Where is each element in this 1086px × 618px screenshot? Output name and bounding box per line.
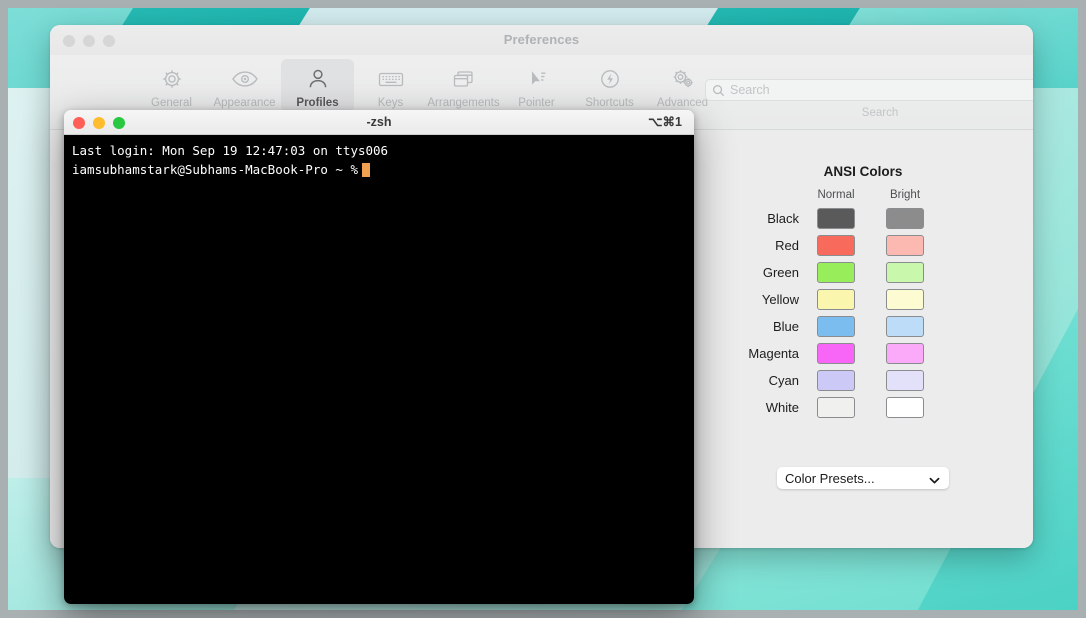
ansi-normal-swatch[interactable] xyxy=(817,343,855,364)
terminal-zoom-button[interactable] xyxy=(113,117,125,129)
ansi-row: White xyxy=(700,394,970,421)
gears-icon xyxy=(670,64,696,94)
ansi-color-name: Blue xyxy=(772,319,799,334)
zoom-button[interactable] xyxy=(103,35,115,47)
terminal-cursor xyxy=(361,163,370,177)
color-presets-area: Color Presets... xyxy=(700,467,970,489)
ansi-normal-swatch[interactable] xyxy=(817,289,855,310)
terminal-prompt-text: iamsubhamstark@Subhams-MacBook-Pro ~ % xyxy=(72,162,358,177)
toolbar-item-appearance[interactable]: Appearance xyxy=(208,59,281,112)
ansi-color-name: White xyxy=(765,400,799,415)
terminal-prompt-line: iamsubhamstark@Subhams-MacBook-Pro ~ % xyxy=(72,160,686,179)
ansi-color-name: Black xyxy=(767,211,799,226)
ansi-title: ANSI Colors xyxy=(823,164,903,179)
ansi-color-name: Cyan xyxy=(768,373,799,388)
toolbar-item-label: Advanced xyxy=(656,97,709,109)
ansi-bright-swatch[interactable] xyxy=(886,316,924,337)
windows-icon xyxy=(451,64,477,94)
ansi-bright-swatch[interactable] xyxy=(886,262,924,283)
toolbar-item-label: General xyxy=(151,97,192,109)
person-icon xyxy=(306,64,330,94)
toolbar-item-label: Keys xyxy=(377,97,404,109)
ansi-normal-swatch[interactable] xyxy=(817,208,855,229)
ansi-normal-swatch[interactable] xyxy=(817,262,855,283)
toolbar-item-label: Arrangements xyxy=(427,97,500,109)
toolbar-item-label: Profiles xyxy=(296,97,339,109)
ansi-normal-swatch[interactable] xyxy=(817,397,855,418)
ansi-bright-swatch[interactable] xyxy=(886,343,924,364)
search-placeholder: Search xyxy=(730,83,770,97)
gear-icon xyxy=(160,64,184,94)
toolbar-item-arrangements[interactable]: Arrangements xyxy=(427,59,500,112)
eye-icon xyxy=(231,64,259,94)
ansi-colors-section: ANSI Colors Normal Bright Black Red Gree… xyxy=(700,164,970,421)
ansi-row: Blue xyxy=(700,313,970,340)
window-traffic-lights[interactable] xyxy=(63,35,115,47)
cursor-icon xyxy=(525,64,549,94)
screenshot-root: Preferences General Appearance Profiles … xyxy=(0,0,1086,618)
toolbar-item-keys[interactable]: Keys xyxy=(354,59,427,112)
terminal-output[interactable]: Last login: Mon Sep 19 12:47:03 on ttys0… xyxy=(64,135,694,604)
search-input[interactable]: Search xyxy=(705,79,1033,101)
search-area: Search Search xyxy=(705,79,1033,119)
terminal-window[interactable]: -zsh ⌥⌘1 Last login: Mon Sep 19 12:47:03… xyxy=(64,110,694,604)
ansi-bright-swatch[interactable] xyxy=(886,289,924,310)
ansi-bright-swatch[interactable] xyxy=(886,370,924,391)
minimize-button[interactable] xyxy=(83,35,95,47)
toolbar-item-profiles[interactable]: Profiles xyxy=(281,59,354,112)
terminal-minimize-button[interactable] xyxy=(93,117,105,129)
ansi-column-headers: Normal Bright xyxy=(700,189,970,201)
toolbar-item-label: Pointer xyxy=(518,97,555,109)
terminal-title: -zsh xyxy=(366,115,392,129)
ansi-row: Cyan xyxy=(700,367,970,394)
ansi-header-bright: Bright xyxy=(889,189,921,201)
terminal-close-button[interactable] xyxy=(73,117,85,129)
toolbar-item-label: Appearance xyxy=(213,97,276,109)
color-presets-dropdown[interactable]: Color Presets... xyxy=(777,467,949,489)
ansi-color-name: Magenta xyxy=(748,346,799,361)
ansi-bright-swatch[interactable] xyxy=(886,208,924,229)
ansi-row: Red xyxy=(700,232,970,259)
ansi-row: Magenta xyxy=(700,340,970,367)
color-presets-label: Color Presets... xyxy=(785,470,875,486)
terminal-traffic-lights[interactable] xyxy=(73,117,125,129)
bolt-icon xyxy=(598,64,622,94)
ansi-row: Yellow xyxy=(700,286,970,313)
ansi-bright-swatch[interactable] xyxy=(886,397,924,418)
terminal-shortcut-badge: ⌥⌘1 xyxy=(648,115,682,129)
ansi-row: Green xyxy=(700,259,970,286)
keyboard-icon xyxy=(377,64,405,94)
ansi-row: Black xyxy=(700,205,970,232)
ansi-header-normal: Normal xyxy=(817,189,855,201)
toolbar-item-pointer[interactable]: Pointer xyxy=(500,59,573,112)
terminal-titlebar[interactable]: -zsh ⌥⌘1 xyxy=(64,110,694,135)
search-icon xyxy=(712,84,725,102)
ansi-color-name: Green xyxy=(762,265,799,280)
terminal-line: Last login: Mon Sep 19 12:47:03 on ttys0… xyxy=(72,143,389,158)
ansi-normal-swatch[interactable] xyxy=(817,235,855,256)
close-button[interactable] xyxy=(63,35,75,47)
toolbar-item-label: Shortcuts xyxy=(585,97,634,109)
preferences-titlebar[interactable]: Preferences xyxy=(50,25,1033,55)
ansi-color-name: Yellow xyxy=(761,292,799,307)
ansi-normal-swatch[interactable] xyxy=(817,316,855,337)
ansi-normal-swatch[interactable] xyxy=(817,370,855,391)
ansi-color-name: Red xyxy=(775,238,799,253)
toolbar-item-general[interactable]: General xyxy=(135,59,208,112)
toolbar-item-shortcuts[interactable]: Shortcuts xyxy=(573,59,646,112)
ansi-bright-swatch[interactable] xyxy=(886,235,924,256)
search-caption: Search xyxy=(861,107,899,119)
window-title: Preferences xyxy=(503,32,580,47)
chevron-down-icon xyxy=(929,473,940,488)
